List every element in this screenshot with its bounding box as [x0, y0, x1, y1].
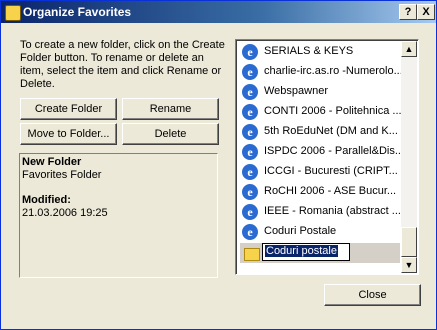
ie-icon: e — [242, 164, 258, 180]
ie-icon: e — [242, 84, 258, 100]
list-item[interactable]: e Webspawner — [242, 82, 402, 102]
help-button[interactable]: ? — [399, 4, 417, 20]
item-name: New Folder — [22, 156, 82, 168]
scroll-down-icon[interactable]: ▼ — [401, 257, 417, 273]
ie-icon: e — [242, 144, 258, 160]
favorites-folder-icon — [5, 5, 21, 21]
ie-icon: e — [242, 224, 258, 240]
ie-icon: e — [242, 104, 258, 120]
list-item-editing[interactable]: Coduri postale — [240, 243, 400, 263]
ie-icon: e — [242, 184, 258, 200]
create-folder-button[interactable]: Create Folder — [20, 98, 117, 120]
list-item[interactable]: e SERIALS & KEYS — [242, 42, 402, 62]
list-item[interactable]: e Coduri Postale — [242, 222, 402, 242]
modified-value: 21.03.2006 19:25 — [22, 207, 108, 219]
favorites-list[interactable]: e SERIALS & KEYS e charlie-irc.as.ro -Nu… — [235, 39, 419, 275]
modified-label: Modified: — [22, 194, 71, 206]
instructions-text: To create a new folder, click on the Cre… — [20, 39, 225, 90]
rename-button[interactable]: Rename — [122, 98, 219, 120]
scroll-up-icon[interactable]: ▲ — [401, 41, 417, 57]
list-item[interactable]: e IEEE - Romania (abstract ... — [242, 202, 402, 222]
ie-icon: e — [242, 204, 258, 220]
scroll-thumb[interactable] — [401, 227, 417, 257]
organize-favorites-dialog: Organize Favorites ? X To create a new f… — [0, 0, 437, 330]
item-type: Favorites Folder — [22, 169, 102, 181]
ie-icon: e — [242, 64, 258, 80]
move-to-folder-button[interactable]: Move to Folder... — [20, 123, 117, 145]
ie-icon: e — [242, 44, 258, 60]
window-title: Organize Favorites — [23, 5, 132, 19]
list-item[interactable]: e ICCGI - Bucuresti (CRIPT... — [242, 162, 402, 182]
list-item[interactable]: e 5th RoEduNet (DM and K... — [242, 122, 402, 142]
item-info-panel: New Folder Favorites Folder Modified: 21… — [19, 153, 218, 278]
list-item[interactable]: e ISPDC 2006 - Parallel&Dis... — [242, 142, 402, 162]
close-button[interactable]: Close — [324, 284, 421, 306]
close-window-button[interactable]: X — [417, 4, 435, 20]
list-item[interactable]: e CONTI 2006 - Politehnica ... — [242, 102, 402, 122]
folder-icon — [244, 248, 260, 261]
list-item[interactable]: e RoCHI 2006 - ASE Bucur... — [242, 182, 402, 202]
delete-button[interactable]: Delete — [122, 123, 219, 145]
title-bar[interactable]: Organize Favorites ? X — [1, 1, 436, 23]
list-item[interactable]: e charlie-irc.as.ro -Numerolo... — [242, 62, 402, 82]
rename-input[interactable]: Coduri postale — [262, 243, 350, 261]
ie-icon: e — [242, 124, 258, 140]
vertical-scrollbar[interactable]: ▲ ▼ — [401, 41, 417, 273]
